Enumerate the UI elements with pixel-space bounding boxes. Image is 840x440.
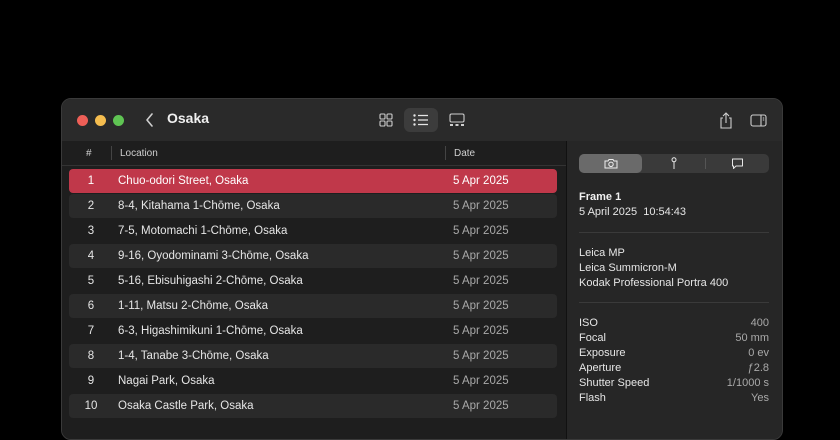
table-row[interactable]: 1 Chuo-odori Street, Osaka 5 Apr 2025 — [69, 169, 557, 193]
row-location: 1-11, Matsu 2-Chōme, Osaka — [118, 300, 268, 312]
chevron-left-icon — [146, 113, 153, 127]
camera-icon — [604, 159, 617, 169]
close-window-button[interactable] — [77, 115, 88, 126]
inspector-tabs — [579, 154, 769, 173]
share-button[interactable] — [713, 108, 739, 132]
property-focal: Focal 50 mm — [579, 332, 769, 347]
property-value: 50 mm — [735, 332, 769, 344]
frame-title: Frame 1 — [579, 191, 622, 203]
row-location: 8-4, Kitahama 1-Chōme, Osaka — [118, 200, 280, 212]
grid-view-button[interactable] — [369, 108, 403, 132]
sidebar-toggle-button[interactable] — [745, 108, 771, 132]
property-label: Focal — [579, 332, 606, 344]
row-location: Osaka Castle Park, Osaka — [118, 400, 254, 412]
row-date: 5 Apr 2025 — [453, 250, 509, 262]
row-number: 7 — [87, 325, 95, 337]
row-date: 5 Apr 2025 — [453, 300, 509, 312]
row-date: 5 Apr 2025 — [453, 275, 509, 287]
row-number: 2 — [87, 200, 95, 212]
title-bar: Osaka — [62, 99, 782, 141]
app-window: Osaka # Location Date 1 Chuo-odori Stree… — [61, 98, 783, 440]
table-row[interactable]: 6 1-11, Matsu 2-Chōme, Osaka 5 Apr 2025 — [69, 294, 557, 318]
property-label: Shutter Speed — [579, 377, 650, 389]
property-flash: Flash Yes — [579, 392, 769, 407]
table-row[interactable]: 7 6-3, Higashimikuni 1-Chōme, Osaka 5 Ap… — [69, 319, 557, 343]
property-iso: ISO 400 — [579, 317, 769, 332]
row-date: 5 Apr 2025 — [453, 225, 509, 237]
row-location: Nagai Park, Osaka — [118, 375, 215, 387]
row-location: 5-16, Ebisuhigashi 2-Chōme, Osaka — [118, 275, 303, 287]
property-value: 1/1000 s — [726, 377, 769, 389]
list-view-button[interactable] — [404, 108, 438, 132]
row-location: 1-4, Tanabe 3-Chōme, Osaka — [118, 350, 269, 362]
frame-list: # Location Date 1 Chuo-odori Street, Osa… — [62, 141, 566, 439]
property-exposure: Exposure 0 ev — [579, 347, 769, 362]
table-row[interactable]: 5 5-16, Ebisuhigashi 2-Chōme, Osaka 5 Ap… — [69, 269, 557, 293]
minimize-window-button[interactable] — [95, 115, 106, 126]
row-location: 6-3, Higashimikuni 1-Chōme, Osaka — [118, 325, 303, 337]
table-row[interactable]: 2 8-4, Kitahama 1-Chōme, Osaka 5 Apr 202… — [69, 194, 557, 218]
row-number: 10 — [84, 400, 98, 412]
frame-timestamp: 5 April 2025 10:54:43 — [579, 206, 687, 218]
list-view-icon — [413, 114, 428, 126]
column-separator[interactable] — [445, 146, 446, 160]
row-number: 6 — [87, 300, 95, 312]
pin-icon — [671, 157, 676, 169]
property-label: Flash — [579, 392, 606, 404]
comment-icon — [732, 158, 743, 169]
row-location: Chuo-odori Street, Osaka — [118, 175, 249, 187]
row-number: 1 — [87, 175, 95, 187]
sidebar-toggle-icon — [749, 113, 767, 127]
row-number: 8 — [87, 350, 95, 362]
table-row[interactable]: 3 7-5, Motomachi 1-Chōme, Osaka 5 Apr 20… — [69, 219, 557, 243]
property-value: ƒ2.8 — [747, 362, 769, 374]
row-number: 3 — [87, 225, 95, 237]
row-location: 9-16, Oyodominami 3-Chōme, Osaka — [118, 250, 309, 262]
film-stock: Kodak Professional Portra 400 — [579, 277, 729, 289]
gallery-view-icon — [449, 113, 465, 126]
table-row[interactable]: 9 Nagai Park, Osaka 5 Apr 2025 — [69, 369, 557, 393]
row-date: 5 Apr 2025 — [453, 175, 509, 187]
back-button[interactable] — [140, 109, 160, 131]
row-date: 5 Apr 2025 — [453, 350, 509, 362]
property-label: Exposure — [579, 347, 626, 359]
row-number: 5 — [87, 275, 95, 287]
window-title: Osaka — [167, 110, 210, 126]
share-icon — [720, 111, 732, 129]
row-number: 4 — [87, 250, 95, 262]
column-header-location[interactable]: Location — [120, 148, 158, 159]
column-header-date[interactable]: Date — [454, 148, 475, 159]
section-divider — [579, 302, 769, 303]
inspector-panel: Frame 1 5 April 2025 10:54:43 Leica MP L… — [567, 141, 782, 439]
row-date: 5 Apr 2025 — [453, 325, 509, 337]
row-date: 5 Apr 2025 — [453, 200, 509, 212]
gallery-view-button[interactable] — [440, 108, 474, 132]
row-location: 7-5, Motomachi 1-Chōme, Osaka — [118, 225, 288, 237]
list-header: # Location Date — [62, 141, 566, 166]
property-label: ISO — [579, 317, 598, 329]
table-row[interactable]: 8 1-4, Tanabe 3-Chōme, Osaka 5 Apr 2025 — [69, 344, 557, 368]
tab-camera[interactable] — [579, 154, 642, 173]
table-row[interactable]: 4 9-16, Oyodominami 3-Chōme, Osaka 5 Apr… — [69, 244, 557, 268]
property-value: 0 ev — [748, 347, 769, 359]
property-shutter-speed: Shutter Speed 1/1000 s — [579, 377, 769, 392]
camera-body: Leica MP — [579, 247, 625, 259]
row-number: 9 — [87, 375, 95, 387]
tab-comments[interactable] — [706, 154, 769, 173]
column-header-number[interactable]: # — [86, 148, 92, 159]
property-label: Aperture — [579, 362, 622, 374]
row-date: 5 Apr 2025 — [453, 375, 509, 387]
property-value: Yes — [751, 392, 769, 404]
lens: Leica Summicron-M — [579, 262, 677, 274]
zoom-window-button[interactable] — [113, 115, 124, 126]
column-separator[interactable] — [111, 146, 112, 160]
row-date: 5 Apr 2025 — [453, 400, 509, 412]
property-value: 400 — [750, 317, 769, 329]
table-row[interactable]: 10 Osaka Castle Park, Osaka 5 Apr 2025 — [69, 394, 557, 418]
section-divider — [579, 232, 769, 233]
tab-location[interactable] — [642, 154, 705, 173]
property-aperture: Aperture ƒ2.8 — [579, 362, 769, 377]
grid-view-icon — [379, 113, 393, 127]
